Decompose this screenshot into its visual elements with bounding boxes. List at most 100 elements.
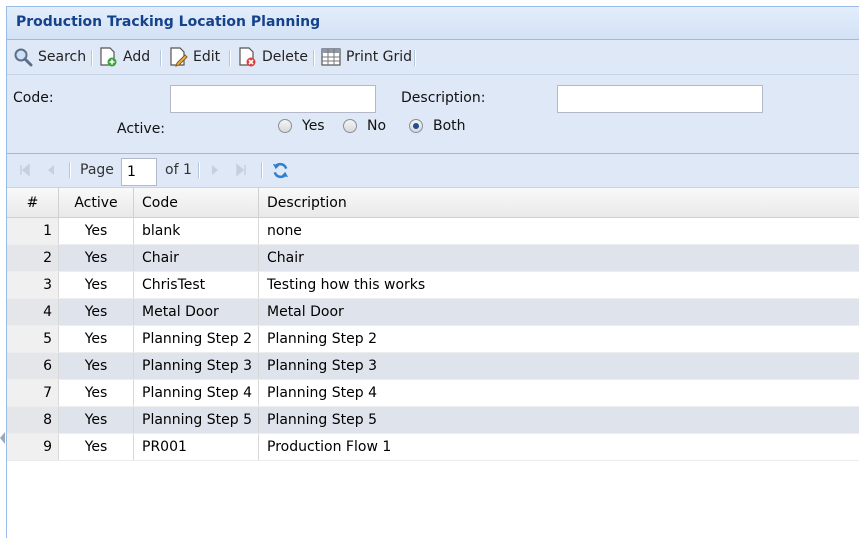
search-icon [14, 48, 33, 67]
edit-button[interactable]: Edit [168, 46, 220, 68]
active-both-radio[interactable]: Both [409, 118, 466, 134]
add-button[interactable]: Add [98, 46, 150, 68]
description-cell: Production Flow 1 [267, 439, 392, 455]
active-cell: Yes [59, 434, 134, 460]
row-number: 5 [7, 326, 59, 352]
description-cell: Testing how this works [267, 277, 426, 293]
edit-button-label: Edit [193, 49, 221, 65]
active-cell: Yes [59, 299, 134, 325]
row-number: 7 [7, 380, 59, 406]
row-number: 3 [7, 272, 59, 298]
active-no-radio[interactable]: No [343, 118, 386, 134]
toolbar-separator [198, 162, 200, 178]
delete-button[interactable]: Delete [237, 46, 308, 68]
collapse-handle-icon[interactable] [0, 432, 5, 444]
column-header-description[interactable]: Description [259, 188, 859, 217]
toolbar-separator [414, 50, 416, 66]
add-button-label: Add [123, 49, 151, 65]
active-cell: Yes [59, 326, 134, 352]
description-cell: Planning Step 4 [267, 385, 377, 401]
active-cell: Yes [59, 272, 134, 298]
main-panel: Production Tracking Location Planning Se… [6, 6, 859, 538]
toolbar-separator [313, 50, 315, 66]
row-number: 1 [7, 218, 59, 244]
description-cell: Chair [267, 250, 304, 266]
row-number: 9 [7, 434, 59, 460]
active-cell: Yes [59, 353, 134, 379]
panel-header: Production Tracking Location Planning [7, 7, 859, 40]
toolbar-separator [69, 162, 71, 178]
toolbar: Search Add Edit Delete Print Grid [7, 40, 859, 75]
search-button[interactable]: Search [13, 46, 86, 68]
code-cell: Planning Step 3 [134, 353, 259, 379]
radio-unchecked-icon [343, 119, 357, 133]
code-cell: Metal Door [134, 299, 259, 325]
code-cell: blank [134, 218, 259, 244]
code-cell: Planning Step 5 [134, 407, 259, 433]
delete-button-label: Delete [262, 49, 308, 65]
active-no-label: No [367, 118, 387, 134]
code-input[interactable] [170, 85, 376, 113]
row-number: 4 [7, 299, 59, 325]
page-title: Production Tracking Location Planning [16, 14, 321, 30]
page-number-input[interactable] [121, 158, 157, 186]
column-header-active[interactable]: Active [59, 188, 134, 217]
first-page-icon[interactable] [17, 162, 33, 178]
prev-page-icon[interactable] [43, 162, 59, 178]
grid-icon [321, 48, 341, 66]
code-cell: Chair [134, 245, 259, 271]
code-label: Code: [13, 90, 54, 106]
active-yes-label: Yes [302, 118, 325, 134]
grid-header: # Active Code Description [7, 188, 859, 218]
table-row[interactable]: 3 Yes ChrisTest Testing how this works [7, 272, 859, 299]
code-cell: ChrisTest [134, 272, 259, 298]
table-row[interactable]: 4 Yes Metal Door Metal Door [7, 299, 859, 326]
active-cell: Yes [59, 407, 134, 433]
active-label: Active: [117, 121, 166, 137]
description-cell: Metal Door [267, 304, 344, 320]
refresh-icon[interactable] [271, 161, 290, 180]
search-button-label: Search [38, 49, 87, 65]
description-cell: Planning Step 5 [267, 412, 377, 428]
table-row[interactable]: 8 Yes Planning Step 5 Planning Step 5 [7, 407, 859, 434]
table-row[interactable]: 5 Yes Planning Step 2 Planning Step 2 [7, 326, 859, 353]
print-grid-button-label: Print Grid [346, 49, 413, 65]
code-cell: Planning Step 4 [134, 380, 259, 406]
description-label: Description: [401, 90, 486, 106]
active-cell: Yes [59, 245, 134, 271]
row-number: 2 [7, 245, 59, 271]
description-input[interactable] [557, 85, 763, 113]
edit-document-icon [170, 47, 188, 67]
table-row[interactable]: 9 Yes PR001 Production Flow 1 [7, 434, 859, 461]
delete-document-icon [239, 47, 256, 67]
print-grid-button[interactable]: Print Grid [321, 46, 412, 68]
table-row[interactable]: 2 Yes Chair Chair [7, 245, 859, 272]
page-count-label: of 1 [165, 162, 192, 178]
filter-panel: Code: Description: Active: [7, 75, 859, 154]
code-cell: PR001 [134, 434, 259, 460]
toolbar-separator [160, 50, 162, 66]
radio-checked-icon [409, 119, 423, 133]
last-page-icon[interactable] [233, 162, 249, 178]
toolbar-separator [261, 162, 263, 178]
row-number: 8 [7, 407, 59, 433]
description-cell: Planning Step 3 [267, 358, 377, 374]
active-both-label: Both [433, 118, 466, 134]
toolbar-separator [91, 50, 93, 66]
column-header-number[interactable]: # [7, 188, 59, 217]
paging-toolbar: Page of 1 [7, 154, 859, 188]
next-page-icon[interactable] [207, 162, 223, 178]
add-document-icon [100, 47, 117, 67]
page-label: Page [80, 162, 114, 178]
row-number: 6 [7, 353, 59, 379]
active-yes-radio[interactable]: Yes [278, 118, 325, 134]
active-cell: Yes [59, 218, 134, 244]
table-row[interactable]: 6 Yes Planning Step 3 Planning Step 3 [7, 353, 859, 380]
table-row[interactable]: 1 Yes blank none [7, 218, 859, 245]
data-grid: # Active Code Description 1 Yes blank no… [7, 188, 859, 461]
description-cell: none [267, 223, 302, 239]
active-cell: Yes [59, 380, 134, 406]
radio-unchecked-icon [278, 119, 292, 133]
column-header-code[interactable]: Code [134, 188, 259, 217]
table-row[interactable]: 7 Yes Planning Step 4 Planning Step 4 [7, 380, 859, 407]
